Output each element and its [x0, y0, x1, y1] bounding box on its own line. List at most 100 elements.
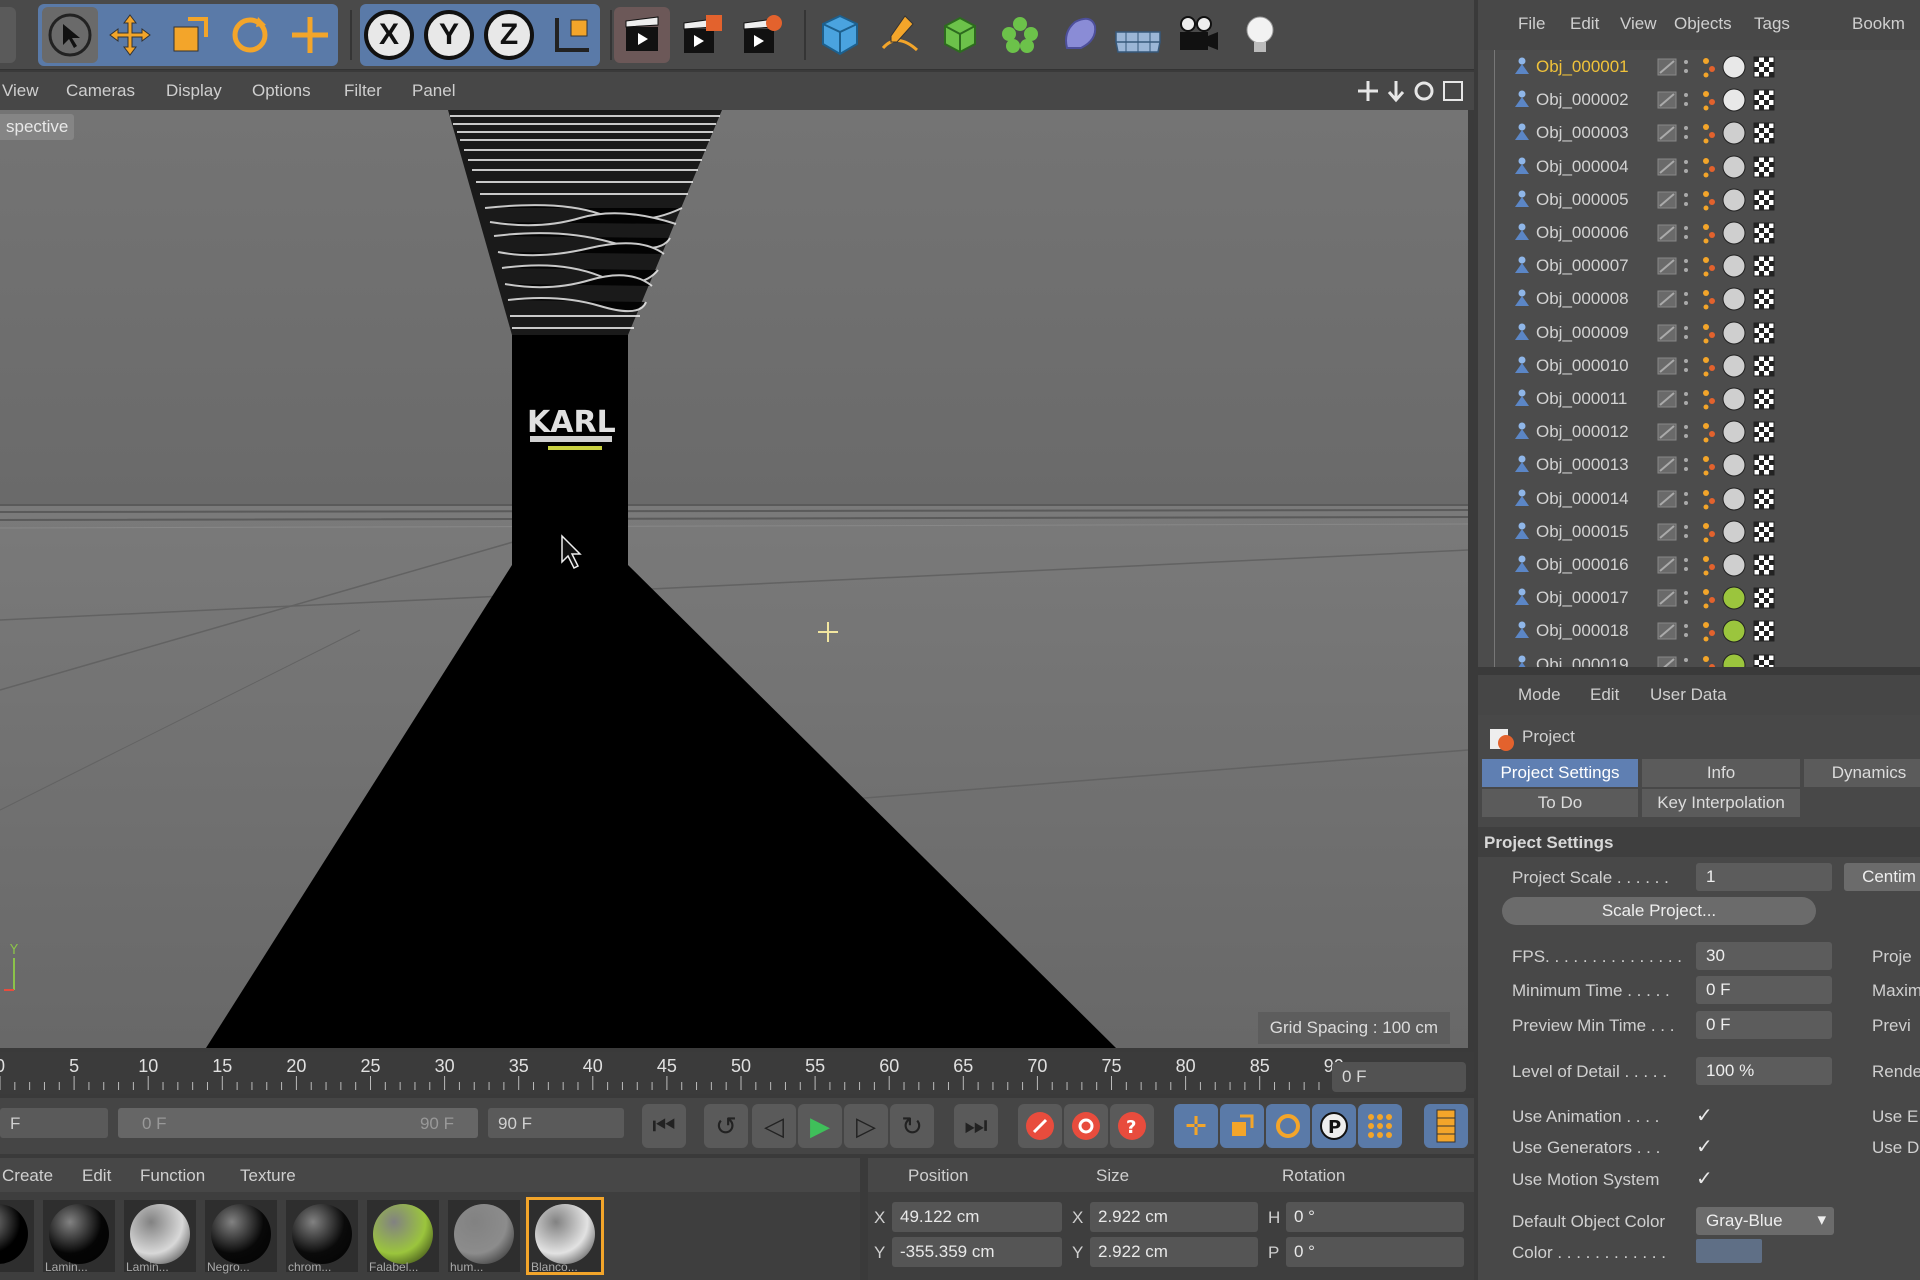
- object-row[interactable]: Obj_000016: [1478, 548, 1920, 581]
- undo-icon[interactable]: [0, 7, 16, 63]
- tag-icons[interactable]: [1656, 354, 1806, 378]
- tab-key-interpolation[interactable]: Key Interpolation: [1642, 789, 1800, 817]
- cloner-icon[interactable]: [992, 7, 1048, 63]
- select-tool-icon[interactable]: [42, 7, 98, 63]
- viewport-camera-label[interactable]: spective: [0, 114, 75, 140]
- object-name[interactable]: Obj_000005: [1536, 190, 1629, 210]
- object-row[interactable]: Obj_000008: [1478, 282, 1920, 315]
- timeline-ruler[interactable]: 051015202530354045505560657075808590: [0, 1052, 1474, 1094]
- project-scale-field[interactable]: 1: [1696, 863, 1832, 891]
- record-keys-icon[interactable]: [1018, 1104, 1062, 1148]
- go-to-previous-key-icon[interactable]: ↺: [704, 1104, 748, 1148]
- viewport-menu-filter[interactable]: Filter: [344, 81, 382, 101]
- x-axis-toggle[interactable]: X: [364, 10, 414, 60]
- floor-icon[interactable]: [1110, 7, 1166, 63]
- object-name[interactable]: Obj_000013: [1536, 455, 1629, 475]
- fps-field[interactable]: 30: [1696, 942, 1832, 970]
- cube-icon[interactable]: [812, 7, 868, 63]
- attribute-menu-edit[interactable]: Edit: [1590, 685, 1619, 705]
- material-swatch[interactable]: Lamin...: [124, 1200, 196, 1274]
- rotation-field[interactable]: 0 °: [1286, 1202, 1464, 1232]
- material-menu-function[interactable]: Function: [140, 1166, 205, 1186]
- object-name[interactable]: Obj_000015: [1536, 522, 1629, 542]
- record-position-icon[interactable]: ✛: [1174, 1104, 1218, 1148]
- camera-icon[interactable]: [1170, 7, 1226, 63]
- material-swatch[interactable]: Negro...: [205, 1200, 277, 1274]
- object-row[interactable]: Obj_000010: [1478, 349, 1920, 382]
- tag-icons[interactable]: [1656, 553, 1806, 577]
- tab-to-do[interactable]: To Do: [1482, 789, 1638, 817]
- next-frame-icon[interactable]: ▷: [844, 1104, 888, 1148]
- color-swatch[interactable]: [1696, 1239, 1762, 1263]
- object-name[interactable]: Obj_000010: [1536, 356, 1629, 376]
- scale-tool-icon[interactable]: [162, 7, 218, 63]
- object-menu-edit[interactable]: Edit: [1570, 14, 1599, 34]
- object-row[interactable]: Obj_000005: [1478, 183, 1920, 216]
- 3d-viewport[interactable]: KARL Y spective Grid Spacing : 100 cm: [0, 110, 1468, 1048]
- preview-min-time-field[interactable]: 0 F: [1696, 1011, 1832, 1039]
- start-frame-field[interactable]: F: [0, 1108, 108, 1138]
- end-frame-field[interactable]: 90 F: [488, 1108, 624, 1138]
- tag-icons[interactable]: [1656, 88, 1806, 112]
- material-menu-create[interactable]: Create: [2, 1166, 53, 1186]
- tag-icons[interactable]: [1656, 387, 1806, 411]
- previous-frame-icon[interactable]: ◁: [752, 1104, 796, 1148]
- object-name[interactable]: Obj_000006: [1536, 223, 1629, 243]
- object-menu-file[interactable]: File: [1518, 14, 1545, 34]
- deformer-icon[interactable]: [1052, 7, 1108, 63]
- use-animation-checkbox[interactable]: ✓: [1696, 1103, 1713, 1128]
- attribute-menu-user-data[interactable]: User Data: [1650, 685, 1727, 705]
- record-parameter-icon[interactable]: P: [1312, 1104, 1356, 1148]
- autokeying-icon[interactable]: [1064, 1104, 1108, 1148]
- tag-icons[interactable]: [1656, 487, 1806, 511]
- object-name[interactable]: Obj_000012: [1536, 422, 1629, 442]
- tag-icons[interactable]: [1656, 321, 1806, 345]
- tag-icons[interactable]: [1656, 653, 1806, 667]
- object-menu-tags[interactable]: Tags: [1754, 14, 1790, 34]
- object-name[interactable]: Obj_000016: [1536, 555, 1629, 575]
- tab-project-settings[interactable]: Project Settings: [1482, 759, 1638, 787]
- render-settings-icon[interactable]: [734, 7, 790, 63]
- min-time-field[interactable]: 0 F: [1696, 976, 1832, 1004]
- y-axis-toggle[interactable]: Y: [424, 10, 474, 60]
- preview-range-slider[interactable]: 0 F 90 F: [118, 1108, 478, 1138]
- position-field[interactable]: -355.359 cm: [892, 1237, 1062, 1267]
- tag-icons[interactable]: [1656, 188, 1806, 212]
- scale-project-button[interactable]: Scale Project...: [1502, 897, 1816, 925]
- unit-dropdown[interactable]: Centim: [1844, 863, 1920, 891]
- pen-spline-icon[interactable]: [872, 7, 928, 63]
- z-axis-toggle[interactable]: Z: [484, 10, 534, 60]
- tag-icons[interactable]: [1656, 55, 1806, 79]
- object-menu-objects[interactable]: Objects: [1674, 14, 1732, 34]
- rotation-field[interactable]: 0 °: [1286, 1237, 1464, 1267]
- object-row[interactable]: Obj_000011: [1478, 382, 1920, 415]
- rotate-tool-icon[interactable]: [222, 7, 278, 63]
- object-row[interactable]: Obj_000007: [1478, 249, 1920, 282]
- object-name[interactable]: Obj_000017: [1536, 588, 1629, 608]
- object-row[interactable]: Obj_000013: [1478, 448, 1920, 481]
- record-rotation-icon[interactable]: [1266, 1104, 1310, 1148]
- object-name[interactable]: Obj_000003: [1536, 123, 1629, 143]
- material-swatch[interactable]: Blanco...: [526, 1197, 604, 1275]
- use-generators-checkbox[interactable]: ✓: [1696, 1134, 1713, 1159]
- use-motion-system-checkbox[interactable]: ✓: [1696, 1166, 1713, 1191]
- object-name[interactable]: Obj_000011: [1536, 389, 1627, 409]
- viewport-menu-panel[interactable]: Panel: [412, 81, 455, 101]
- tag-icons[interactable]: [1656, 619, 1806, 643]
- tag-icons[interactable]: [1656, 121, 1806, 145]
- object-name[interactable]: Obj_000007: [1536, 256, 1629, 276]
- object-row[interactable]: Obj_000003: [1478, 116, 1920, 149]
- level-of-detail-field[interactable]: 100 %: [1696, 1057, 1832, 1085]
- timeline-icon[interactable]: [1424, 1104, 1468, 1148]
- record-scale-icon[interactable]: [1220, 1104, 1264, 1148]
- tag-icons[interactable]: [1656, 420, 1806, 444]
- tag-icons[interactable]: [1656, 221, 1806, 245]
- object-menu-bookmarks[interactable]: Bookm: [1852, 14, 1905, 34]
- tab-dynamics[interactable]: Dynamics: [1804, 759, 1920, 787]
- go-to-end-icon[interactable]: ⏭: [954, 1104, 998, 1148]
- object-row[interactable]: Obj_000009: [1478, 316, 1920, 349]
- tag-icons[interactable]: [1656, 254, 1806, 278]
- live-select-icon[interactable]: [282, 7, 338, 63]
- light-icon[interactable]: [1232, 7, 1288, 63]
- object-name[interactable]: Obj_000001: [1536, 57, 1629, 77]
